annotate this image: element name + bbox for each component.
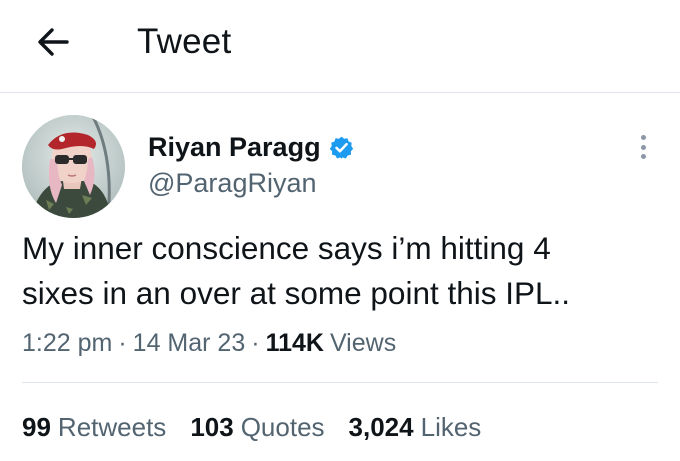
retweets-count: 99	[22, 411, 51, 442]
quotes-stat[interactable]: 103 Quotes	[190, 412, 324, 443]
author-display-name[interactable]: Riyan Paragg	[148, 130, 321, 164]
retweets-label: Retweets	[57, 411, 167, 442]
tweet-text: My inner conscience says i’m hitting 4 s…	[22, 226, 662, 316]
views-count: 114K	[265, 328, 324, 357]
tweet-text-line: sixes in an over at some point this IPL.…	[22, 275, 571, 311]
tweet-date[interactable]: 14 Mar 23	[133, 329, 246, 358]
tweet-meta: 1:22 pm · 14 Mar 23 · 114K Views	[22, 326, 396, 360]
verified-badge-icon	[329, 136, 353, 159]
back-button[interactable]	[30, 22, 76, 62]
header-divider	[0, 92, 680, 93]
author-name-row: Riyan Paragg	[148, 130, 354, 164]
meta-separator: ·	[251, 328, 260, 357]
quotes-label: Quotes	[240, 411, 325, 442]
more-vertical-icon	[640, 135, 646, 140]
tweet-stats: 99 Retweets 103 Quotes 3,024 Likes	[22, 410, 505, 444]
likes-label: Likes	[420, 411, 482, 442]
views-label[interactable]: Views	[330, 329, 396, 358]
more-vertical-icon-dot	[640, 144, 646, 150]
author-handle[interactable]: @ParagRiyan	[148, 166, 317, 200]
quotes-count: 103	[190, 411, 234, 442]
more-vertical-icon-dot	[640, 154, 646, 159]
retweets-stat[interactable]: 99 Retweets	[22, 412, 166, 443]
arrow-left-icon	[38, 28, 69, 56]
stats-divider	[22, 382, 658, 383]
tweet-time[interactable]: 1:22 pm	[22, 329, 112, 358]
avatar[interactable]	[22, 115, 125, 218]
tweet-header: Tweet	[0, 0, 680, 92]
page-title: Tweet	[137, 22, 232, 61]
likes-count: 3,024	[348, 411, 414, 442]
meta-separator: ·	[118, 328, 127, 357]
likes-stat[interactable]: 3,024 Likes	[349, 412, 482, 443]
more-options-button[interactable]	[632, 132, 654, 162]
avatar-illustration	[22, 115, 125, 218]
tweet-text-line: My inner conscience says i’m hitting 4	[22, 230, 551, 266]
